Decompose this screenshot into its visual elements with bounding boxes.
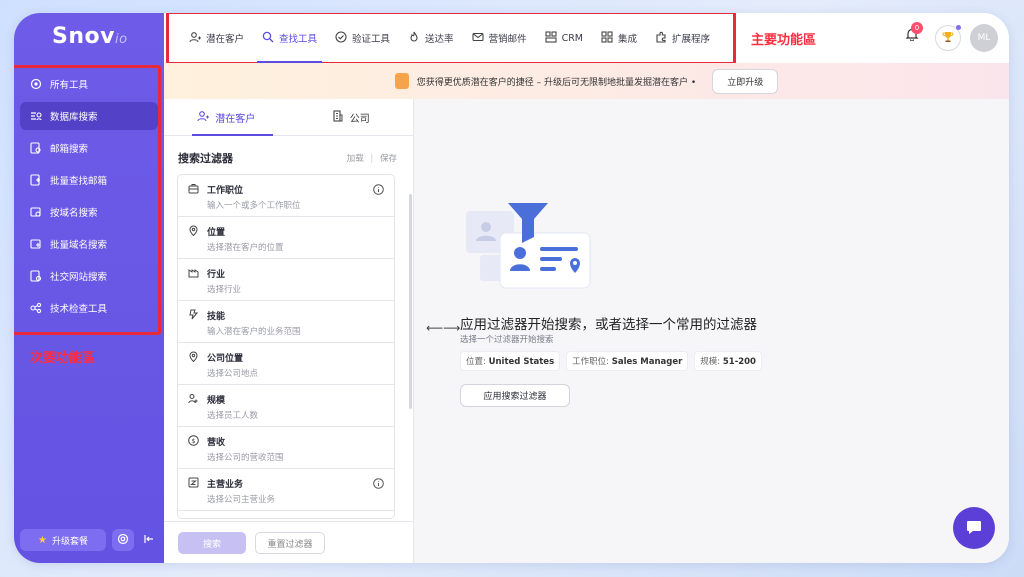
lifebuoy-icon xyxy=(117,533,129,548)
filter-location[interactable]: 位置 选择潜在客户的位置 xyxy=(178,217,394,259)
secondary-features-annotation: 次要功能區 xyxy=(30,351,96,366)
business-icon xyxy=(188,477,199,488)
app-window: Snovio 所有工具 数据库搜索 邮箱搜索 批量查找邮箱 按域名搜索 批量域名… xyxy=(14,13,1009,563)
filter-skills[interactable]: 技能 输入潜在客户的业务范围 xyxy=(178,301,394,343)
logo[interactable]: Snovio xyxy=(52,24,128,49)
tab-company[interactable]: 公司 xyxy=(289,99,414,135)
top-navigation: 潜在客户 查找工具 验证工具 送达率 营销邮件 CRM 集成 扩展程序 xyxy=(180,13,719,63)
collapse-sidebar-button[interactable] xyxy=(138,529,160,551)
skill-icon xyxy=(188,309,199,320)
filter-actions: 加载 | 保存 xyxy=(346,154,397,164)
preset-chip-size[interactable]: 规模: 51-200 xyxy=(694,351,762,371)
avatar[interactable]: ML xyxy=(970,24,998,52)
trophy-icon xyxy=(941,30,955,47)
filter-scrollbar[interactable] xyxy=(409,194,412,409)
nav-email-campaigns[interactable]: 营销邮件 xyxy=(463,13,536,63)
mail-icon xyxy=(472,31,484,46)
prospects-icon xyxy=(189,31,201,46)
preset-filters: 位置: United States 工作职位: Sales Manager 规模… xyxy=(460,351,762,371)
crm-icon xyxy=(545,30,557,46)
briefcase-icon xyxy=(188,183,199,194)
star-icon: ★ xyxy=(38,534,47,546)
tab-prospects[interactable]: 潜在客户 xyxy=(164,99,289,136)
integrations-icon xyxy=(601,30,613,46)
secondary-features-highlight xyxy=(14,65,161,335)
nav-deliverability[interactable]: 送达率 xyxy=(399,13,463,63)
filter-size[interactable]: 规模 选择员工人数 xyxy=(178,385,394,427)
double-arrow-icon: ⟵⟶ xyxy=(426,321,461,335)
collapse-icon xyxy=(143,533,155,548)
filter-main-business[interactable]: 主营业务 选择公司主营业务 xyxy=(178,469,394,511)
preset-chip-job-title[interactable]: 工作职位: Sales Manager xyxy=(566,351,689,371)
revenue-icon: $ xyxy=(188,435,199,446)
filter-revenue[interactable]: $ 营收 选择公司的营收范围 xyxy=(178,427,394,469)
flame-icon xyxy=(408,31,420,46)
panel-tabs: 潜在客户 公司 xyxy=(164,99,413,136)
company-location-icon xyxy=(188,351,199,363)
main-features-annotation: 主要功能區 xyxy=(751,33,817,48)
verify-icon xyxy=(335,30,347,46)
prospect-icon xyxy=(197,110,210,125)
filter-actions-bar: 搜索 重置过滤器 xyxy=(164,521,413,563)
filter-title: 搜索过滤器 xyxy=(178,152,233,165)
chat-button[interactable] xyxy=(953,507,995,549)
top-bar: 潜在客户 查找工具 验证工具 送达率 营销邮件 CRM 集成 扩展程序 主要功能… xyxy=(164,13,1009,65)
search-icon xyxy=(262,31,274,46)
save-filter-link[interactable]: 保存 xyxy=(380,154,397,164)
gift-icon xyxy=(394,73,409,89)
location-icon xyxy=(188,225,199,237)
empty-state-title: 应用过滤器开始搜索，或者选择一个常用的过滤器 xyxy=(460,317,757,333)
nav-extensions[interactable]: 扩展程序 xyxy=(646,13,719,63)
people-icon xyxy=(188,393,199,404)
nav-verify-tools[interactable]: 验证工具 xyxy=(326,13,399,63)
extensions-icon xyxy=(655,31,667,46)
upgrade-banner: 您获得更优质潜在客户的捷径 – 升级后可无限制地批量发掘潜在客户 • 立即升级 xyxy=(164,63,1009,99)
apply-filters-button[interactable]: 应用搜索过滤器 xyxy=(460,384,570,407)
search-button[interactable]: 搜索 xyxy=(178,532,246,554)
upgrade-now-button[interactable]: 立即升级 xyxy=(712,68,779,94)
info-icon[interactable] xyxy=(373,184,384,198)
nav-prospects[interactable]: 潜在客户 xyxy=(180,13,253,63)
nav-integrations[interactable]: 集成 xyxy=(592,13,646,63)
industry-icon xyxy=(188,267,199,278)
filter-job-title[interactable]: 工作职位 输入一个或多个工作职位 xyxy=(178,175,394,217)
notification-badge: 0 xyxy=(911,22,923,34)
nav-crm[interactable]: CRM xyxy=(536,13,592,63)
preset-chip-location[interactable]: 位置: United States xyxy=(460,351,561,371)
banner-text: 您获得更优质潜在客户的捷径 – 升级后可无限制地批量发掘潜在客户 • xyxy=(416,77,697,88)
info-icon[interactable] xyxy=(373,478,384,492)
load-filter-link[interactable]: 加载 xyxy=(347,154,364,164)
company-icon xyxy=(332,109,344,125)
results-area: ⟵⟶ 应用过滤器开始搜索，或者选择一个常用的过滤器 选择一个过滤器开始搜索 位置… xyxy=(414,99,1009,563)
svg-text:$: $ xyxy=(191,437,195,445)
empty-state-subtitle: 选择一个过滤器开始搜索 xyxy=(460,335,554,345)
nav-find-tools[interactable]: 查找工具 xyxy=(253,13,326,63)
support-button[interactable] xyxy=(112,529,134,551)
reset-filters-button[interactable]: 重置过滤器 xyxy=(255,532,325,554)
filter-company-location[interactable]: 公司位置 选择公司地点 xyxy=(178,343,394,385)
upgrade-plan-button[interactable]: ★ 升级套餐 xyxy=(20,529,106,551)
bell-icon xyxy=(905,28,919,44)
filter-illustration xyxy=(466,203,591,289)
filter-panel: 潜在客户 公司 搜索过滤器 加载 | 保存 工作职位 输入一个或多个工作职位 位… xyxy=(164,99,414,563)
chat-icon xyxy=(965,518,983,539)
filter-industry[interactable]: 行业 选择行业 xyxy=(178,259,394,301)
status-dot xyxy=(956,25,961,30)
filter-list: 工作职位 输入一个或多个工作职位 位置 选择潜在客户的位置 行业 选择行业 技能… xyxy=(177,174,395,519)
